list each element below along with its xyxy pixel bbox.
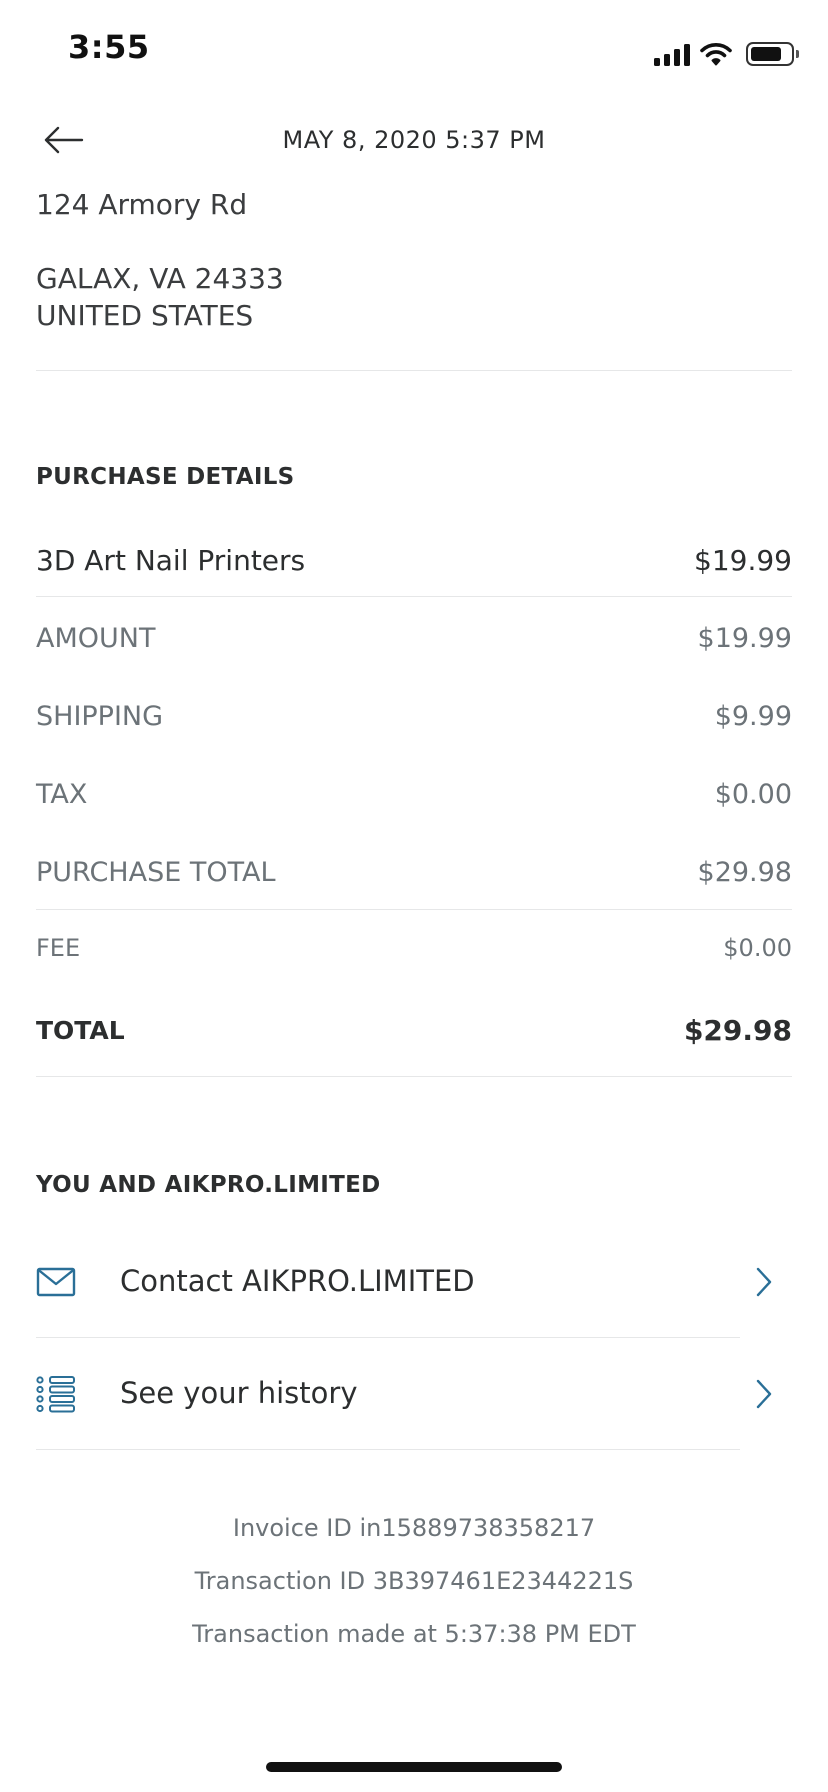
fee-row: FEE $0.00	[36, 928, 792, 968]
purchase-item-row: 3D Art Nail Printers $19.99	[36, 540, 792, 580]
tax-row: TAX $0.00	[36, 774, 792, 814]
fee-value: $0.00	[723, 934, 792, 962]
invoice-id: Invoice ID in15889738358217	[232, 1514, 596, 1542]
contact-merchant-label: Contact AIKPRO.LIMITED	[120, 1264, 475, 1298]
total-value: $29.98	[683, 1013, 792, 1047]
shipping-label: SHIPPING	[36, 700, 164, 732]
amount-label: AMOUNT	[36, 622, 156, 654]
divider	[36, 370, 792, 371]
divider	[36, 1337, 740, 1338]
contact-merchant-button[interactable]: Contact AIKPRO.LIMITED	[36, 1232, 792, 1332]
see-history-button[interactable]: See your history	[36, 1344, 792, 1444]
purchase-details-heading: PURCHASE DETAILS	[36, 464, 295, 490]
address-city: GALAX, VA 24333	[36, 262, 284, 295]
total-label: TOTAL	[36, 1015, 125, 1045]
shipping-value: $9.99	[714, 700, 792, 732]
address-country: UNITED STATES	[36, 299, 254, 332]
page-title: MAY 8, 2020 5:37 PM	[282, 126, 546, 154]
transaction-id: Transaction ID 3B397461E2344221S	[194, 1567, 634, 1595]
divider	[36, 1449, 740, 1450]
merchant-heading: YOU AND AIKPRO.LIMITED	[36, 1172, 381, 1198]
tax-label: TAX	[36, 778, 88, 810]
item-name: 3D Art Nail Printers	[36, 543, 306, 577]
wifi-icon	[700, 43, 732, 66]
tax-value: $0.00	[714, 778, 792, 810]
amount-row: AMOUNT $19.99	[36, 618, 792, 658]
divider	[36, 596, 792, 597]
address-street: 124 Armory Rd	[36, 188, 248, 221]
total-row: TOTAL $29.98	[36, 1010, 792, 1050]
purchase-total-value: $29.98	[697, 856, 792, 888]
chevron-right-icon	[756, 1267, 772, 1297]
status-bar: 3:55	[0, 0, 828, 96]
see-history-label: See your history	[120, 1376, 358, 1410]
shipping-row: SHIPPING $9.99	[36, 696, 792, 736]
purchase-total-row: PURCHASE TOTAL $29.98	[36, 852, 792, 892]
amount-value: $19.99	[697, 622, 792, 654]
nav-header: MAY 8, 2020 5:37 PM	[0, 104, 828, 176]
transaction-time: Transaction made at 5:37:38 PM EDT	[192, 1620, 636, 1648]
home-indicator[interactable]	[266, 1762, 562, 1772]
chevron-right-icon	[756, 1379, 772, 1409]
divider	[36, 1076, 792, 1077]
fee-label: FEE	[36, 934, 81, 962]
purchase-total-label: PURCHASE TOTAL	[36, 856, 276, 888]
divider	[36, 909, 792, 910]
status-time: 3:55	[68, 28, 150, 66]
battery-icon	[746, 42, 799, 66]
envelope-icon	[36, 1267, 76, 1297]
item-price: $19.99	[694, 543, 792, 577]
list-icon	[36, 1376, 75, 1413]
cellular-signal-icon	[654, 42, 690, 66]
status-icons	[654, 36, 799, 66]
